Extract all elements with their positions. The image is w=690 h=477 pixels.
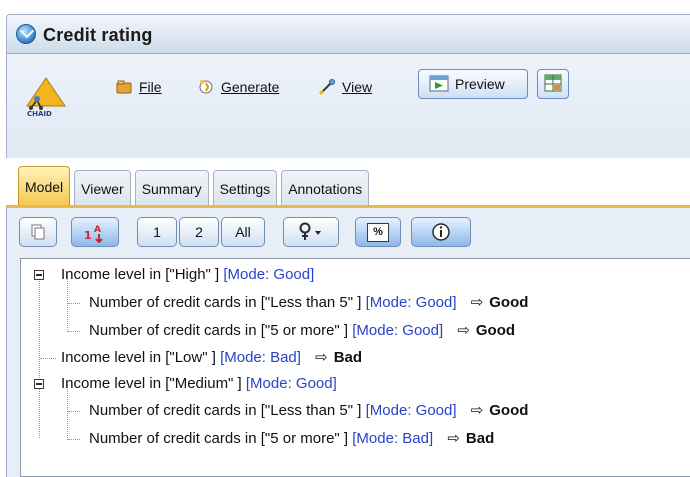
view-icon — [318, 79, 335, 96]
top-strip — [0, 0, 690, 14]
tree-node-mode: [Mode: Bad] — [220, 349, 301, 366]
tree-hline — [68, 331, 80, 332]
tree-node-mode: [Mode: Good] — [352, 322, 444, 339]
result-arrow-icon: ⇨ — [470, 293, 484, 311]
tree-node-cards-5more-medium[interactable]: Number of credit cards in ["5 or more" ]… — [89, 427, 494, 449]
tree-node-income-low[interactable]: Income level in ["Low" ] [Mode: Bad] ⇨ Ba… — [61, 346, 362, 368]
pin-icon — [299, 222, 321, 240]
tree-node-label: Income level in ["Medium" ] — [61, 375, 242, 392]
tree-node-label: Number of credit cards in ["5 or more" ] — [89, 430, 349, 447]
model-window: Credit rating CHAID File Generate View P… — [0, 0, 690, 477]
collapse-toggle-icon[interactable] — [34, 270, 44, 280]
depth-2-button[interactable]: 2 — [179, 217, 219, 247]
result-arrow-icon: ⇨ — [470, 401, 484, 419]
preview-button[interactable]: Preview — [418, 69, 528, 99]
result-arrow-icon: ⇨ — [447, 429, 460, 447]
tree-node-income-medium[interactable]: Income level in ["Medium" ] [Mode: Good] — [61, 373, 337, 395]
file-folder-icon — [116, 80, 132, 94]
menu-generate-label: Generate — [221, 79, 280, 95]
credit-rating-window-icon — [16, 24, 36, 44]
collapse-toggle-icon[interactable] — [34, 379, 44, 389]
tree-node-cards-less5-high[interactable]: Number of credit cards in ["Less than 5"… — [89, 291, 528, 313]
toolbar-area: CHAID File Generate View Preview — [6, 54, 690, 158]
tab-bar: Model Viewer Summary Settings Annotation… — [18, 166, 373, 206]
copy-button[interactable] — [19, 217, 57, 247]
window-title: Credit rating — [43, 25, 153, 45]
tree-root-connector — [39, 276, 40, 438]
table-grid-icon — [544, 74, 562, 92]
tree-node-result: Good — [489, 294, 529, 311]
rule-tree: Income level in ["High" ] [Mode: Good] N… — [20, 258, 690, 477]
depth-1-button[interactable]: 1 — [137, 217, 177, 247]
tab-annotations[interactable]: Annotations — [281, 170, 370, 206]
chaid-tree-icon — [26, 77, 66, 110]
tree-node-label: Number of credit cards in ["Less than 5"… — [89, 402, 362, 419]
tree-node-label: Number of credit cards in ["5 or more" ] — [89, 322, 349, 339]
percent-toggle-button[interactable]: % — [355, 217, 401, 247]
info-icon — [432, 223, 450, 241]
sort-button[interactable]: 1 A — [71, 217, 119, 247]
tree-node-mode: [Mode: Good] — [223, 266, 315, 283]
tree-node-result: Bad — [465, 430, 495, 447]
sort-icon: 1 A — [84, 225, 103, 243]
tree-hline — [68, 411, 80, 412]
chaid-node-icon: CHAID — [21, 76, 71, 122]
tree-node-income-high[interactable]: Income level in ["High" ] [Mode: Good] — [61, 264, 314, 286]
tree-node-label: Number of credit cards in ["Less than 5"… — [89, 294, 362, 311]
tree-node-mode: [Mode: Good] — [245, 375, 337, 392]
menu-generate[interactable]: Generate — [197, 75, 279, 99]
svg-text:1: 1 — [84, 229, 92, 242]
percent-icon: % — [367, 222, 389, 242]
svg-text:A: A — [94, 225, 101, 235]
title-bar: Credit rating — [6, 14, 690, 54]
tree-hline — [68, 439, 80, 440]
menu-file-label: File — [139, 79, 162, 95]
depth-all-button[interactable]: All — [221, 217, 265, 247]
chaid-label: CHAID — [27, 110, 52, 118]
tree-node-mode: [Mode: Good] — [365, 402, 457, 419]
menu-view-label: View — [342, 79, 373, 95]
copy-icon — [31, 224, 45, 240]
tree-hline — [68, 303, 80, 304]
tab-settings[interactable]: Settings — [212, 170, 278, 206]
tree-node-cards-5more-high[interactable]: Number of credit cards in ["5 or more" ]… — [89, 319, 515, 341]
pin-dropdown-button[interactable] — [283, 217, 339, 247]
preview-button-label: Preview — [455, 76, 505, 92]
info-button[interactable] — [411, 217, 471, 247]
tree-node-label: Income level in ["High" ] — [61, 266, 220, 283]
tree-node-mode: [Mode: Good] — [365, 294, 457, 311]
tab-viewer[interactable]: Viewer — [74, 170, 131, 206]
tree-hline — [40, 358, 56, 359]
tree-node-result: Bad — [333, 349, 363, 366]
tab-model[interactable]: Model — [18, 166, 71, 206]
tab-summary[interactable]: Summary — [134, 170, 209, 206]
tree-node-result: Good — [489, 402, 529, 419]
result-arrow-icon: ⇨ — [457, 321, 470, 339]
table-output-button[interactable] — [537, 69, 569, 99]
tree-node-result: Good — [475, 322, 516, 339]
menu-view[interactable]: View — [318, 75, 372, 99]
preview-icon — [429, 75, 449, 92]
result-arrow-icon: ⇨ — [315, 348, 328, 366]
tree-node-mode: [Mode: Bad] — [352, 430, 434, 447]
tree-node-label: Income level in ["Low" ] — [61, 349, 216, 366]
menu-file[interactable]: File — [115, 75, 162, 99]
generate-icon — [199, 80, 213, 94]
tree-node-cards-less5-medium[interactable]: Number of credit cards in ["Less than 5"… — [89, 399, 528, 421]
